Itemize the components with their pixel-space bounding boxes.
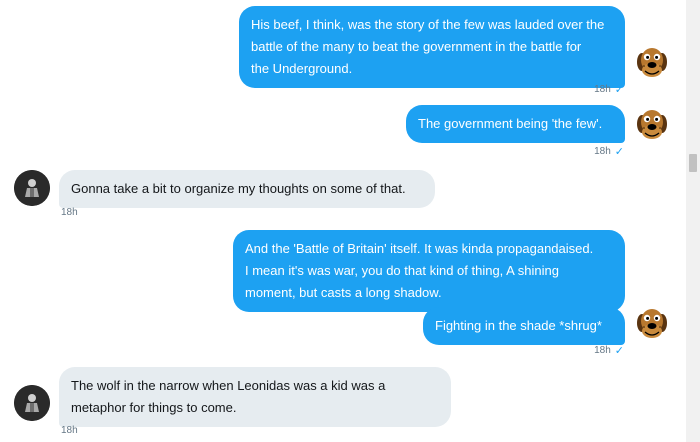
message-text-line: the Underground.	[251, 61, 353, 76]
scrollbar-thumb[interactable]	[689, 154, 697, 172]
sender-avatar[interactable]	[634, 106, 670, 142]
sender-avatar[interactable]	[634, 305, 670, 341]
message-text-line: The wolf in the narrow when Leonidas was…	[71, 378, 386, 393]
message-text-line: His beef, I think, was the story of the …	[251, 17, 605, 32]
message-bubble-incoming[interactable]: Gonna take a bit to organize my thoughts…	[59, 170, 435, 208]
message-text-line: Gonna take a bit to organize my thoughts…	[71, 181, 406, 196]
message-meta: 18h ✓	[594, 84, 624, 96]
checkmark-icon: ✓	[614, 84, 624, 96]
message-meta: 18h	[61, 425, 78, 437]
recipient-avatar[interactable]	[14, 170, 50, 206]
recipient-avatar[interactable]	[14, 385, 50, 421]
message-bubble-outgoing[interactable]: Fighting in the shade *shrug*	[423, 307, 625, 345]
message-timestamp: 18h	[594, 84, 611, 95]
message-meta: 18h	[61, 207, 78, 219]
sender-avatar[interactable]	[634, 44, 670, 80]
message-meta: 18h ✓	[594, 146, 624, 158]
message-bubble-outgoing[interactable]: The government being 'the few'.	[406, 105, 625, 143]
message-bubble-incoming[interactable]: The wolf in the narrow when Leonidas was…	[59, 367, 451, 427]
message-text-line: moment, but casts a long shadow.	[245, 285, 442, 300]
message-text-line: battle of the many to beat the governmen…	[251, 39, 582, 54]
message-timestamp: 18h	[594, 345, 611, 356]
message-meta: 18h ✓	[594, 345, 624, 357]
message-timestamp: 18h	[61, 425, 78, 436]
conversation-view: His beef, I think, was the story of the …	[0, 0, 700, 442]
scooby-doo-avatar-icon	[637, 110, 667, 139]
message-text-line: The government being 'the few'.	[418, 116, 603, 131]
message-text-line: And the 'Battle of Britain' itself. It w…	[245, 241, 594, 256]
scooby-doo-avatar-icon	[637, 48, 667, 77]
dark-figure-avatar-icon	[14, 170, 50, 206]
checkmark-icon: ✓	[614, 146, 624, 158]
checkmark-icon: ✓	[614, 345, 624, 357]
scooby-doo-avatar-icon	[637, 309, 667, 338]
message-timestamp: 18h	[61, 207, 78, 218]
message-timestamp: 18h	[594, 146, 611, 157]
dark-figure-avatar-icon	[14, 385, 50, 421]
message-text-line: I mean it's was war, you do that kind of…	[245, 263, 559, 278]
message-bubble-outgoing[interactable]: His beef, I think, was the story of the …	[239, 6, 625, 88]
message-text-line: metaphor for things to come.	[71, 400, 237, 415]
message-bubble-outgoing[interactable]: And the 'Battle of Britain' itself. It w…	[233, 230, 625, 312]
message-text-line: Fighting in the shade *shrug*	[435, 318, 602, 333]
scrollbar-track[interactable]	[686, 0, 700, 442]
